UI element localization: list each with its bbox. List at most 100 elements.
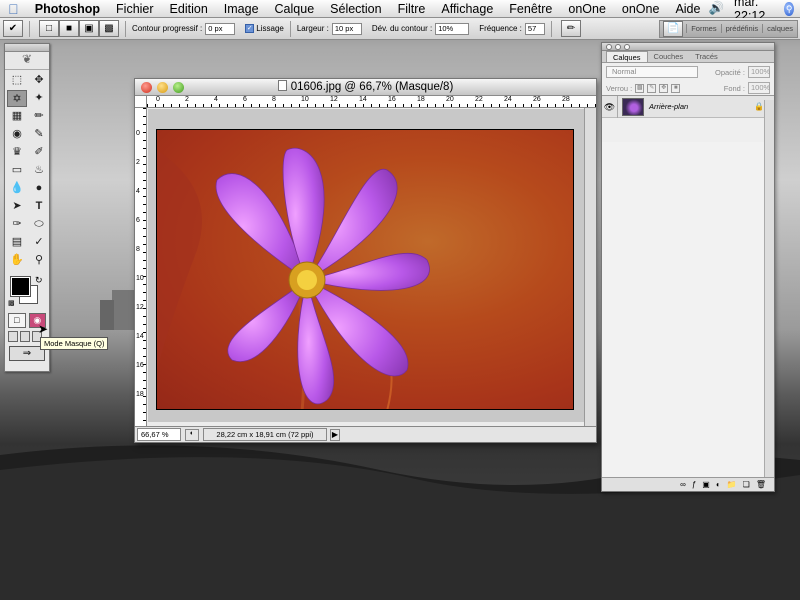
swap-colors-icon[interactable]: ↻ (35, 275, 43, 286)
menu-selection[interactable]: Sélection (322, 2, 389, 16)
menu-aide[interactable]: Aide (667, 2, 708, 16)
layers-scrollbar[interactable] (764, 100, 774, 480)
menu-calque[interactable]: Calque (267, 2, 323, 16)
dodge-tool-icon[interactable]: ● (29, 180, 49, 197)
zoom-level-field[interactable]: 66,67 % (137, 428, 181, 441)
document-proxy-icon[interactable] (277, 80, 287, 91)
apple-menu-icon[interactable]:  (0, 1, 27, 17)
menu-affichage[interactable]: Affichage (433, 2, 501, 16)
slice-tool-icon[interactable]: ✏ (29, 108, 49, 125)
image-canvas[interactable] (156, 129, 574, 410)
selection-add-icon[interactable]: ■ (59, 20, 79, 37)
document-title: 01606.jpg @ 66,7% (Masque/8) (290, 81, 454, 93)
divider (550, 20, 552, 37)
layers-list-area[interactable] (602, 142, 766, 479)
tool-preset-picker[interactable]: ✔ (3, 20, 23, 37)
standard-mode-button[interactable]: □ (8, 313, 26, 328)
menu-image[interactable]: Image (216, 2, 267, 16)
spotlight-icon[interactable]: ⚲ (784, 1, 794, 16)
selection-new-icon[interactable]: □ (39, 20, 59, 37)
link-layers-icon[interactable]: ∞ (680, 480, 686, 489)
largeur-field[interactable]: 10 px (331, 22, 362, 35)
ruler-origin[interactable] (135, 96, 147, 108)
magic-wand-tool-icon[interactable]: ✦ (29, 90, 49, 107)
opacity-field[interactable]: 100% (748, 66, 770, 78)
palette-well-tab-formes[interactable]: Formes (686, 24, 720, 33)
layer-style-icon[interactable]: ƒ (692, 480, 696, 489)
adjustment-layer-icon[interactable]: ◐ (716, 480, 721, 489)
close-button[interactable] (141, 82, 152, 93)
palette-collapse-button[interactable] (615, 44, 621, 50)
lissage-checkbox[interactable]: ✓ (245, 24, 255, 33)
toolbox-titlebar[interactable] (5, 44, 49, 52)
path-selection-tool-icon[interactable]: ➤ (7, 198, 27, 215)
volume-icon[interactable]: 🔊 (708, 1, 724, 16)
move-tool-icon[interactable]: ✥ (29, 72, 49, 89)
clone-stamp-tool-icon[interactable]: ♛ (7, 144, 27, 161)
add-mask-icon[interactable]: ▣ (702, 480, 710, 489)
layer-row[interactable]: 👁 Arrière-plan 🔒 (602, 95, 774, 118)
tab-traces[interactable]: Tracés (689, 51, 724, 62)
menu-onone-2[interactable]: onOne (614, 2, 668, 16)
screen-mode-standard-icon[interactable] (8, 331, 18, 342)
dev-field[interactable]: 10% (435, 22, 470, 35)
tab-calques[interactable]: Calques (606, 51, 648, 62)
contour-field[interactable]: 0 px (205, 22, 236, 35)
default-colors-icon[interactable]: ▩ (8, 299, 15, 307)
minimize-button[interactable] (157, 82, 168, 93)
screen-mode-full-menu-icon[interactable] (20, 331, 30, 342)
marquee-tool-icon[interactable]: ⬚ (7, 72, 27, 89)
notes-tool-icon[interactable]: ▤ (7, 234, 27, 251)
zoom-button[interactable] (173, 82, 184, 93)
feather-logo-icon[interactable]: ❦ (5, 52, 49, 70)
palette-titlebar[interactable] (602, 43, 774, 51)
lasso-tool-icon[interactable]: ✡ (7, 90, 27, 107)
lock-transparency-icon[interactable]: ▩ (635, 83, 645, 93)
menu-onone-1[interactable]: onOne (560, 2, 614, 16)
stylus-pressure-icon[interactable]: ✏ (560, 20, 581, 37)
tab-couches[interactable]: Couches (648, 51, 690, 62)
eraser-tool-icon[interactable]: ▭ (7, 162, 27, 179)
palette-well-tab-predefinis[interactable]: prédéfinis (720, 24, 763, 33)
brush-tool-icon[interactable]: ✎ (29, 126, 49, 143)
lock-pixels-icon[interactable]: ✎ (647, 83, 657, 93)
new-group-icon[interactable]: 📁 (727, 480, 737, 489)
zoom-tool-icon[interactable]: ⚲ (29, 252, 49, 269)
healing-brush-tool-icon[interactable]: ◉ (7, 126, 27, 143)
pen-tool-icon[interactable]: ✑ (7, 216, 27, 233)
history-brush-tool-icon[interactable]: ✐ (29, 144, 49, 161)
eye-icon[interactable]: 👁 (602, 95, 618, 118)
document-titlebar[interactable]: 01606.jpg @ 66,7% (Masque/8) (135, 79, 596, 96)
blend-mode-select[interactable]: Normal (606, 66, 698, 78)
trash-icon[interactable]: 🗑 (756, 480, 766, 489)
menu-edition[interactable]: Edition (162, 2, 216, 16)
blur-tool-icon[interactable]: 💧 (7, 180, 27, 197)
horizontal-ruler[interactable]: 0 2 4 6 8 10 12 14 16 18 20 22 24 26 28 (147, 96, 596, 108)
palette-well-tab-calques[interactable]: calques (762, 24, 797, 33)
menu-fenetre[interactable]: Fenêtre (501, 2, 560, 16)
menu-fichier[interactable]: Fichier (108, 2, 162, 16)
paint-bucket-tool-icon[interactable]: ♨ (29, 162, 49, 179)
status-menu-arrow-icon[interactable]: ▶ (330, 428, 340, 441)
new-layer-icon[interactable]: ❏ (743, 480, 750, 489)
menu-filtre[interactable]: Filtre (390, 2, 434, 16)
freq-field[interactable]: 57 (524, 22, 545, 35)
crop-tool-icon[interactable]: ▦ (7, 108, 27, 125)
palette-close-button[interactable] (606, 44, 612, 50)
menu-app[interactable]: Photoshop (27, 2, 108, 16)
vertical-ruler[interactable]: 0 2 4 6 8 10 12 14 16 18 (135, 108, 147, 426)
fill-field[interactable]: 100% (748, 82, 770, 94)
shape-tool-icon[interactable]: ⬭ (29, 216, 49, 233)
file-browser-icon[interactable]: 📄 (663, 20, 684, 37)
type-tool-icon[interactable]: T (29, 198, 49, 215)
selection-subtract-icon[interactable]: ▣ (79, 20, 99, 37)
lock-position-icon[interactable]: ✥ (659, 83, 669, 93)
eyedropper-tool-icon[interactable]: ✓ (29, 234, 49, 251)
lock-all-icon[interactable]: ■ (671, 83, 681, 93)
selection-intersect-icon[interactable]: ▩ (99, 20, 119, 37)
foreground-color-swatch[interactable] (10, 276, 31, 297)
status-icon[interactable]: ◐ (185, 428, 199, 441)
palette-zoom-button[interactable] (624, 44, 630, 50)
vertical-scrollbar[interactable] (584, 108, 596, 426)
hand-tool-icon[interactable]: ✋ (7, 252, 27, 269)
